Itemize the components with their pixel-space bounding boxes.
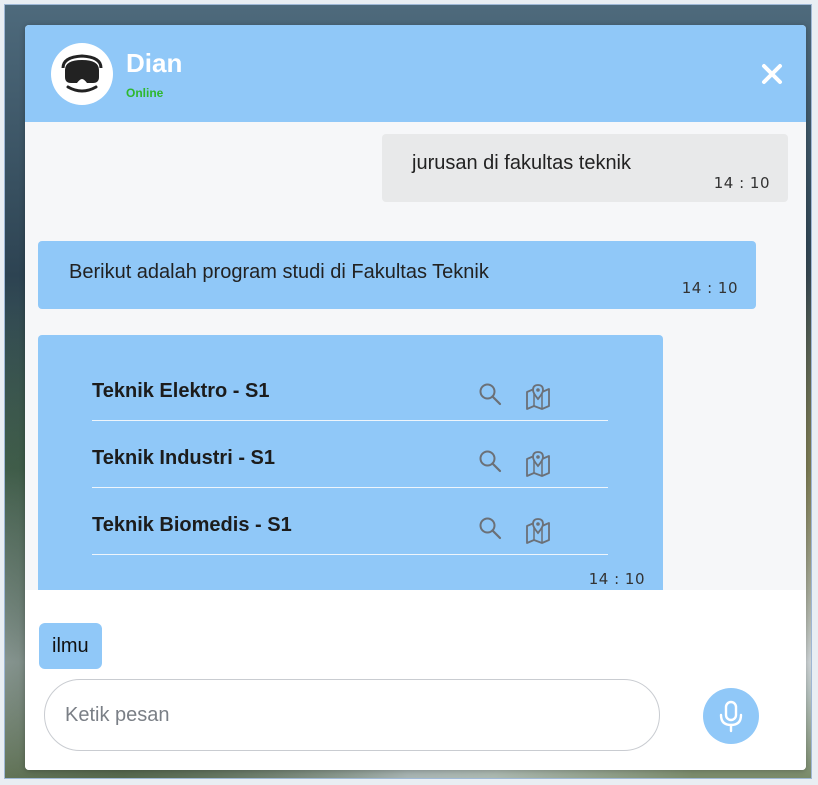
message-input[interactable] xyxy=(44,679,660,751)
search-button[interactable] xyxy=(478,382,502,406)
close-button[interactable] xyxy=(759,61,785,87)
search-button[interactable] xyxy=(478,449,502,473)
window-frame: Dian Online jurusan di fakultas teknik 1… xyxy=(4,4,812,779)
bot-list-bubble: Teknik Elektro - S1 Teknik Industri - S1… xyxy=(38,335,663,590)
message-text: jurusan di fakultas teknik xyxy=(412,152,632,174)
list-item: Teknik Biomedis - S1 xyxy=(92,488,608,555)
map-button[interactable] xyxy=(524,516,552,544)
microphone-icon xyxy=(719,700,743,733)
list-item: Teknik Industri - S1 xyxy=(92,421,608,488)
message-time: 14 : 10 xyxy=(588,570,645,588)
search-icon xyxy=(479,383,502,406)
close-icon xyxy=(762,64,782,84)
search-button[interactable] xyxy=(478,516,502,540)
map-pin-icon xyxy=(526,384,550,410)
search-icon xyxy=(479,450,502,473)
map-button[interactable] xyxy=(524,382,552,410)
program-label: Teknik Industri - S1 xyxy=(92,447,275,469)
composer-area: ilmu xyxy=(25,590,806,770)
program-label: Teknik Elektro - S1 xyxy=(92,380,270,402)
list-item: Teknik Elektro - S1 xyxy=(92,354,608,421)
map-pin-icon xyxy=(526,518,550,544)
map-button[interactable] xyxy=(524,449,552,477)
message-time: 14 : 10 xyxy=(713,174,770,192)
message-text: Berikut adalah program studi di Fakultas… xyxy=(69,261,489,283)
map-pin-icon xyxy=(526,451,550,477)
mic-button[interactable] xyxy=(703,688,759,744)
vr-headset-icon xyxy=(61,54,103,93)
chat-header: Dian Online xyxy=(25,25,806,122)
bot-message-bubble: Berikut adalah program studi di Fakultas… xyxy=(38,241,756,309)
message-time: 14 : 10 xyxy=(681,279,738,297)
program-label: Teknik Biomedis - S1 xyxy=(92,514,292,536)
search-icon xyxy=(479,517,502,540)
avatar xyxy=(51,43,113,105)
message-list[interactable]: jurusan di fakultas teknik 14 : 10 Berik… xyxy=(25,122,806,590)
online-status: Online xyxy=(126,86,164,100)
contact-name: Dian xyxy=(126,48,183,78)
user-message-bubble: jurusan di fakultas teknik 14 : 10 xyxy=(382,134,788,202)
suggestion-chip[interactable]: ilmu xyxy=(39,623,102,669)
chat-widget: Dian Online jurusan di fakultas teknik 1… xyxy=(25,25,806,770)
